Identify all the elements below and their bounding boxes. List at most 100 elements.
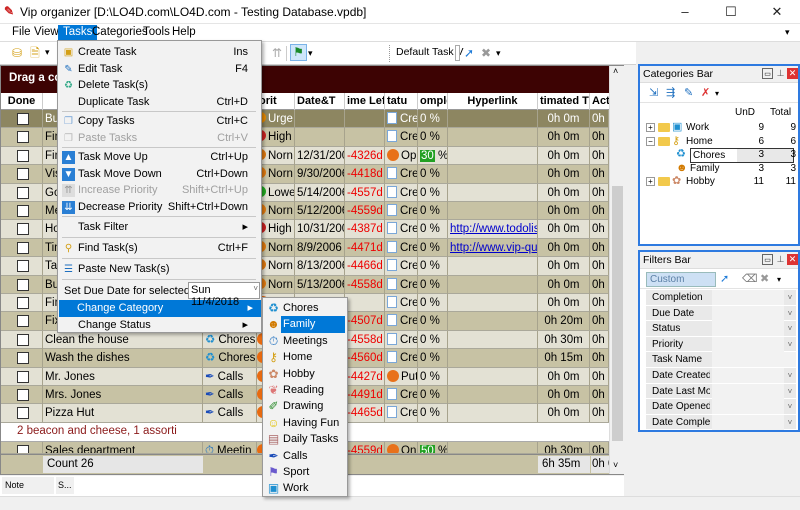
due-date-picker[interactable]: Sun 11/4/2018 ˅ [188, 282, 260, 308]
filter-value[interactable] [712, 336, 784, 352]
filter-row[interactable]: Date Created ˅ [646, 368, 796, 384]
category-option-hobby[interactable]: ✿ Hobby [265, 366, 345, 383]
col-priority[interactable]: orit [257, 93, 295, 110]
menu-item-create-task[interactable]: ▣ Create Task Ins [60, 44, 256, 61]
scroll-up-button[interactable]: ˄ [613, 66, 618, 76]
category-option-work[interactable]: ▣ Work [265, 480, 345, 497]
category-tree-item[interactable]: ♻ Chores 3 3 [640, 148, 798, 163]
category-option-daily-tasks[interactable]: ▤ Daily Tasks [265, 431, 345, 448]
menu-item-increase-priority[interactable]: ⇈ Increase Priority Shift+Ctrl+Up [60, 182, 256, 199]
filter-row[interactable]: Status ˅ [646, 321, 796, 337]
done-checkbox[interactable] [17, 370, 29, 383]
done-checkbox[interactable] [17, 315, 29, 328]
done-checkbox[interactable] [17, 149, 29, 162]
filters-toolbar-dropdown[interactable]: ▾ [777, 275, 781, 284]
filter-value[interactable] [712, 383, 784, 399]
apply-filter-icon[interactable]: ➚ [720, 272, 729, 285]
task-hyperlink[interactable] [448, 257, 538, 276]
menu-item-paste-new-task-s[interactable]: ☰ Paste New Task(s) [60, 261, 256, 278]
close-button[interactable]: ✕ [754, 0, 800, 24]
note-tab[interactable]: Note [2, 477, 54, 494]
menu-item-duplicate-task[interactable]: Duplicate Task Ctrl+D [60, 94, 256, 111]
panel-restore-icon[interactable]: ▭ [762, 68, 773, 79]
col-estimated-time[interactable]: timated Ti [538, 93, 590, 110]
open-dropdown-icon[interactable]: ▾ [45, 47, 50, 58]
filter-row[interactable]: Date Completed ˅ [646, 414, 796, 431]
task-view-select[interactable]: Default Task V [396, 46, 464, 58]
menu-item-task-move-up[interactable]: ▲ Task Move Up Ctrl+Up [60, 149, 256, 166]
open-file-icon[interactable]: 🗎 [28, 46, 42, 60]
task-hyperlink[interactable] [448, 404, 538, 423]
done-checkbox[interactable] [17, 278, 29, 291]
menu-item-task-move-down[interactable]: ▼ Task Move Down Ctrl+Down [60, 166, 256, 183]
done-checkbox[interactable] [17, 352, 29, 365]
category-option-family[interactable]: ☻ Family [265, 316, 345, 333]
s-tab[interactable]: S... [56, 477, 74, 494]
task-hyperlink[interactable] [448, 349, 538, 368]
expand-icon[interactable]: + [646, 123, 655, 132]
category-option-chores[interactable]: ♻ Chores [265, 300, 345, 317]
task-hyperlink[interactable] [448, 183, 538, 202]
filter-row[interactable]: Task Name [646, 352, 796, 368]
task-hyperlink[interactable] [448, 386, 538, 404]
category-option-sport[interactable]: ⚑ Sport [265, 464, 345, 481]
done-checkbox[interactable] [17, 131, 29, 144]
filter-dropdown-icon[interactable]: ˅ [784, 290, 796, 305]
category-tree-item[interactable]: + ▣ Work 9 9 [640, 121, 798, 134]
task-hyperlink[interactable]: http://www.todolists [448, 220, 538, 239]
col-done[interactable]: Done [1, 93, 43, 110]
panel-close-icon[interactable]: ✕ [787, 68, 798, 79]
task-hyperlink[interactable] [448, 312, 538, 331]
scroll-thumb[interactable] [612, 186, 623, 441]
done-checkbox[interactable] [17, 168, 29, 181]
task-hyperlink[interactable] [448, 165, 538, 184]
task-view-dropdown[interactable] [455, 45, 460, 61]
task-hyperlink[interactable] [448, 146, 538, 165]
categories-toolbar-dropdown[interactable]: ▾ [715, 89, 719, 98]
done-checkbox[interactable] [17, 205, 29, 217]
add-category-icon[interactable]: ⇲ [649, 86, 658, 99]
category-option-home[interactable]: ⚷ Home [265, 349, 345, 366]
task-hyperlink[interactable] [448, 202, 538, 220]
flag-icon[interactable]: ⚑ [290, 44, 307, 61]
panel-pin-icon[interactable]: ⊥ [775, 254, 786, 265]
done-checkbox[interactable] [17, 333, 29, 346]
done-checkbox[interactable] [17, 407, 29, 420]
done-checkbox[interactable] [17, 241, 29, 254]
done-checkbox[interactable] [17, 113, 29, 125]
minimize-button[interactable]: – [662, 0, 708, 24]
filter-row[interactable]: Date Opened ˅ [646, 399, 796, 415]
filter-dropdown-icon[interactable]: ˅ [784, 368, 796, 383]
task-hyperlink[interactable] [448, 367, 538, 386]
category-option-meetings[interactable]: ⏱ Meetings [265, 333, 345, 350]
task-hyperlink[interactable] [448, 275, 538, 294]
increase-priority-icon[interactable]: ⇈ [270, 46, 284, 60]
grid-scrollbar[interactable]: ˄ ˅ [609, 66, 624, 474]
filter-row[interactable]: Due Date ˅ [646, 305, 796, 322]
apply-view-icon[interactable]: ➚ [462, 46, 476, 60]
category-option-having-fun[interactable]: ☺ Having Fun [265, 415, 345, 432]
menu-item-find-task-s[interactable]: ⚲ Find Task(s) Ctrl+F [60, 240, 256, 257]
menubar-overflow-icon[interactable]: ▾ [785, 27, 790, 38]
done-checkbox[interactable] [17, 186, 29, 199]
filter-row[interactable]: Date Last Modifi ˅ [646, 383, 796, 400]
filter-value[interactable] [712, 290, 784, 305]
filter-dropdown-icon[interactable]: ˅ [784, 321, 796, 336]
menu-item-delete-task-s[interactable]: ♻ Delete Task(s) [60, 77, 256, 94]
view-dropdown-icon[interactable]: ▾ [496, 48, 501, 59]
category-tree-item[interactable]: − ⚷ Home 6 6 [640, 135, 798, 148]
category-option-drawing[interactable]: ✐ Drawing [265, 398, 345, 415]
menu-item-change-status[interactable]: Change Status ▸ [60, 317, 256, 334]
menu-item-copy-tasks[interactable]: ❐ Copy Tasks Ctrl+C [60, 113, 256, 130]
menu-item-decrease-priority[interactable]: ⇊ Decrease Priority Shift+Ctrl+Down [60, 199, 256, 216]
category-tree-item[interactable]: ☻ Family 3 3 [640, 162, 798, 175]
col-status[interactable]: tatu [385, 93, 418, 110]
eraser-icon[interactable]: ⌫ [742, 272, 758, 285]
filter-dropdown-icon[interactable]: ˅ [784, 399, 796, 414]
filter-value[interactable] [712, 368, 784, 383]
done-checkbox[interactable] [17, 297, 29, 309]
collapse-icon[interactable]: − [646, 136, 655, 146]
col-time-left[interactable]: ime Lef [345, 93, 385, 110]
category-option-calls[interactable]: ✒ Calls [265, 448, 345, 465]
task-hyperlink[interactable] [448, 294, 538, 312]
